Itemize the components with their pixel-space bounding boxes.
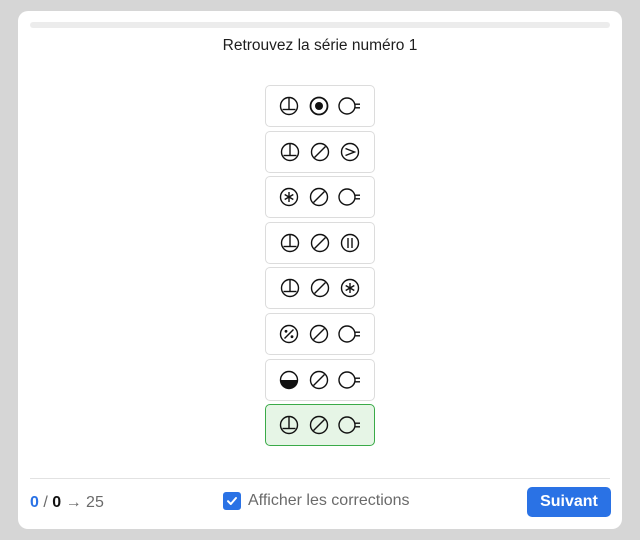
series-option[interactable] [265, 267, 375, 310]
slash-circle-icon [308, 369, 330, 391]
series-option[interactable] [265, 85, 375, 127]
arrow-circle-icon [339, 141, 361, 163]
next-button[interactable]: Suivant [527, 487, 611, 517]
slash-circle-icon [309, 141, 331, 163]
checkbox-checked-icon[interactable] [223, 492, 241, 510]
slash-circle-icon [309, 232, 331, 254]
earth-icon [278, 414, 300, 436]
plug-icon [338, 186, 362, 208]
earth-icon [279, 277, 301, 299]
series-option[interactable] [265, 358, 375, 401]
plug-icon [338, 95, 362, 117]
footer-divider [30, 478, 610, 479]
slash-circle-icon [308, 186, 330, 208]
bars-circle-icon [339, 232, 361, 254]
score-separator: / [38, 494, 53, 511]
earth-icon [278, 95, 300, 117]
slash-circle-icon [309, 277, 331, 299]
series-option[interactable] [265, 312, 375, 355]
dot-circle-icon [308, 95, 330, 117]
score-counter: 0 / 0 → 25 [30, 494, 104, 512]
asterisk-circle-icon [278, 186, 300, 208]
score-total: 25 [86, 494, 104, 511]
plug-icon [338, 369, 362, 391]
series-option[interactable] [265, 130, 375, 173]
score-done: 0 [30, 494, 39, 511]
earth-icon [279, 232, 301, 254]
progress-bar [30, 22, 610, 28]
show-corrections-toggle[interactable]: Afficher les corrections [223, 492, 410, 510]
half-filled-circle-icon [278, 369, 300, 391]
option-list [265, 85, 375, 450]
percent-circle-icon [278, 323, 300, 345]
score-errors: 0 [52, 494, 62, 511]
slash-circle-icon [308, 414, 330, 436]
earth-icon [279, 141, 301, 163]
series-option[interactable] [265, 176, 375, 219]
plug-icon [338, 414, 362, 436]
slash-circle-icon [308, 323, 330, 345]
asterisk-circle-icon [339, 277, 361, 299]
plug-icon [338, 323, 362, 345]
question-title: Retrouvez la série numéro 1 [222, 37, 418, 54]
score-arrow: → [61, 494, 87, 511]
series-option[interactable] [265, 404, 375, 447]
series-option[interactable] [265, 221, 375, 264]
show-corrections-label: Afficher les corrections [248, 492, 410, 509]
quiz-card: Retrouvez la série numéro 1 0 / 0 → 25 A… [18, 11, 622, 529]
